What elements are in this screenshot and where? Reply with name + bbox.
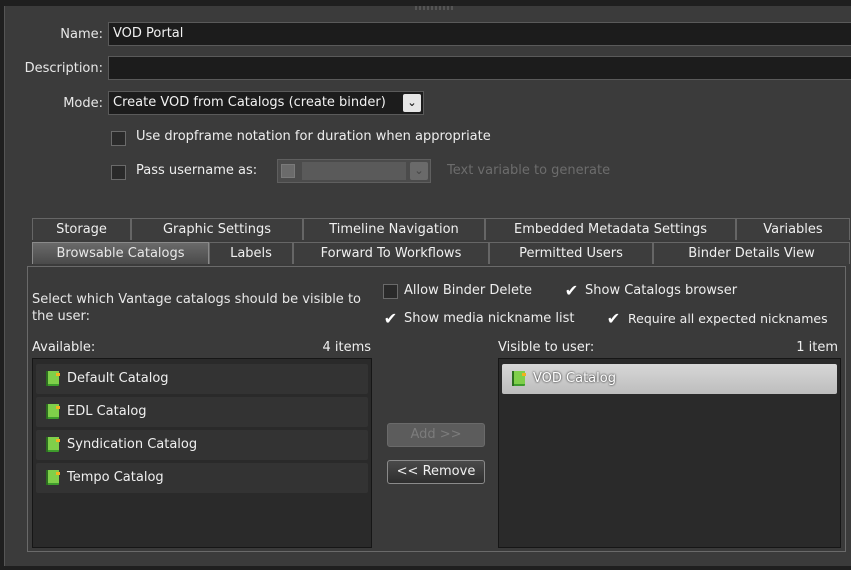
allow-binder-delete-label: Allow Binder Delete	[404, 283, 533, 298]
catalog-book-icon	[46, 437, 60, 452]
list-item-label: VOD Catalog	[533, 371, 616, 386]
require-nicknames-label: Require all expected nicknames	[628, 311, 828, 326]
list-item[interactable]: Syndication Catalog	[36, 430, 368, 460]
dropframe-checkbox[interactable]	[111, 131, 126, 146]
pass-username-select[interactable]: ⌄	[277, 159, 431, 183]
chevron-down-icon: ⌄	[410, 162, 428, 180]
available-catalogs-list[interactable]: Default Catalog EDL Catalog Syndication …	[32, 358, 372, 548]
list-item[interactable]: Default Catalog	[36, 364, 368, 394]
list-item-label: Default Catalog	[67, 371, 169, 386]
add-button[interactable]: Add >>	[387, 423, 485, 447]
resize-grip[interactable]	[415, 6, 455, 10]
catalogs-description: Select which Vantage catalogs should be …	[32, 292, 361, 324]
pass-username-label: Pass username as:	[136, 163, 258, 178]
show-catalogs-browser-label: Show Catalogs browser	[585, 283, 738, 298]
available-count: 4 items	[322, 340, 371, 355]
mode-select-value: Create VOD from Catalogs (create binder)	[113, 95, 386, 110]
mode-select[interactable]: Create VOD from Catalogs (create binder)…	[108, 91, 424, 115]
show-catalogs-browser-checkbox[interactable]: ✔	[564, 283, 579, 299]
dropframe-label: Use dropframe notation for duration when…	[136, 129, 491, 144]
catalog-book-icon	[46, 470, 60, 485]
allow-binder-delete-checkbox[interactable]	[383, 284, 398, 299]
browsable-catalogs-panel: Select which Vantage catalogs should be …	[27, 266, 846, 552]
tab-timeline-navigation[interactable]: Timeline Navigation	[303, 218, 485, 240]
remove-button[interactable]: << Remove	[387, 460, 485, 484]
visible-label: Visible to user:	[498, 340, 595, 355]
description-label: Description:	[24, 61, 103, 76]
available-label: Available:	[32, 340, 96, 355]
mode-label: Mode:	[63, 96, 103, 111]
list-item[interactable]: VOD Catalog	[502, 364, 837, 394]
require-nicknames-checkbox[interactable]: ✔	[606, 311, 621, 327]
list-item-label: Syndication Catalog	[67, 437, 198, 452]
name-label: Name:	[60, 27, 103, 42]
tab-storage[interactable]: Storage	[32, 218, 131, 240]
catalog-book-icon	[46, 371, 60, 386]
catalog-book-icon	[512, 371, 526, 386]
tab-browsable-catalogs[interactable]: Browsable Catalogs	[32, 242, 209, 264]
visible-catalogs-list[interactable]: VOD Catalog	[498, 358, 841, 548]
list-item-label: Tempo Catalog	[67, 470, 164, 485]
name-input[interactable]: VOD Portal	[108, 22, 851, 46]
catalog-book-icon	[46, 404, 60, 419]
show-media-nickname-checkbox[interactable]: ✔	[383, 311, 398, 327]
list-item-label: EDL Catalog	[67, 404, 147, 419]
list-item[interactable]: Tempo Catalog	[36, 463, 368, 493]
variable-list-icon	[281, 164, 295, 178]
text-variable-hint: Text variable to generate	[447, 163, 611, 178]
pass-username-value	[302, 162, 406, 180]
tab-forward-to-workflows[interactable]: Forward To Workflows	[293, 242, 489, 264]
description-input[interactable]	[108, 56, 851, 80]
tab-embedded-metadata-settings[interactable]: Embedded Metadata Settings	[485, 218, 736, 240]
tab-binder-details-view[interactable]: Binder Details View	[653, 242, 850, 264]
chevron-down-icon: ⌄	[403, 94, 421, 112]
visible-count: 1 item	[796, 340, 838, 355]
tab-permitted-users[interactable]: Permitted Users	[489, 242, 653, 264]
tab-graphic-settings[interactable]: Graphic Settings	[131, 218, 303, 240]
pass-username-checkbox[interactable]	[111, 165, 126, 180]
list-item[interactable]: EDL Catalog	[36, 397, 368, 427]
show-media-nickname-label: Show media nickname list	[404, 311, 575, 326]
tab-labels[interactable]: Labels	[209, 242, 293, 264]
tab-variables[interactable]: Variables	[736, 218, 850, 240]
